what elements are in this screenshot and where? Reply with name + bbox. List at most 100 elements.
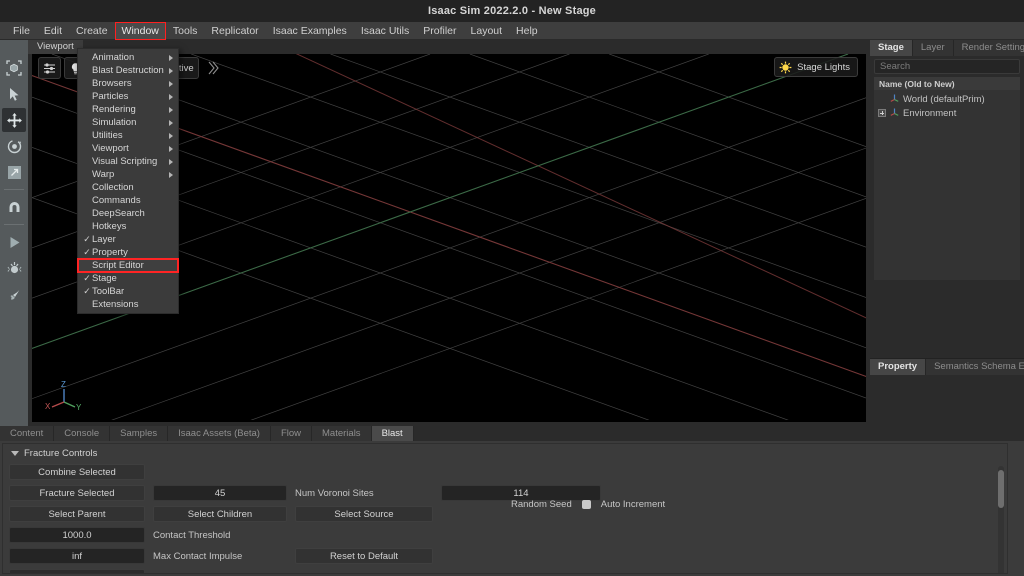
scrollbar-thumb[interactable] — [998, 470, 1004, 508]
random-seed-group: Random Seed Auto Increment — [511, 499, 665, 510]
right-panel: Stage Layer Render Settings Search Name (O… — [870, 40, 1024, 426]
snap-magnet-icon[interactable] — [2, 195, 26, 219]
fracture-cell: Reset to Default — [295, 548, 433, 564]
window-menu-item-label: Animation — [92, 52, 135, 63]
bottom-panel-tabs: Content Console Samples Isaac Assets (Beta)… — [0, 426, 1024, 441]
submenu-arrow-icon — [169, 80, 173, 87]
tab-content[interactable]: Content — [0, 426, 55, 441]
prim-axis-icon — [889, 92, 900, 106]
window-menu-item-label: ToolBar — [92, 286, 125, 297]
window-menu-item-rendering[interactable]: Rendering — [78, 103, 178, 116]
fracture-cell: Interior Material — [153, 572, 287, 574]
tab-flow[interactable]: Flow — [270, 426, 313, 441]
tab-samples[interactable]: Samples — [110, 426, 169, 441]
tab-stage[interactable]: Stage — [870, 40, 913, 56]
window-menu-item-collection[interactable]: Collection — [78, 181, 178, 194]
menu-item-create[interactable]: Create — [69, 22, 115, 40]
menu-item-file[interactable]: File — [6, 22, 37, 40]
window-menu-item-simulation[interactable]: Simulation — [78, 116, 178, 129]
expand-spacer — [878, 95, 886, 103]
fracture-cell: Num Voronoi Sites — [295, 488, 433, 499]
select-arrow-icon[interactable] — [2, 82, 26, 106]
window-menu-item-visual-scripting[interactable]: Visual Scripting — [78, 155, 178, 168]
submenu-arrow-icon — [169, 54, 173, 61]
prim-axis-icon — [889, 106, 900, 120]
tab-isaac-assets-beta[interactable]: Isaac Assets (Beta) — [168, 426, 271, 441]
fracture-row: 1000.0 Contact Threshold — [3, 525, 1007, 545]
fracture-cell: Max Contact Impulse — [153, 551, 287, 562]
axis-gizmo: Z X Y — [45, 380, 82, 412]
menu-item-tools[interactable]: Tools — [166, 22, 205, 40]
tab-blast[interactable]: Blast — [371, 426, 414, 441]
window-title-bar: Isaac Sim 2022.2.0 - New Stage — [0, 0, 1024, 22]
select-parent-button[interactable]: Select Parent — [9, 506, 145, 522]
window-menu-item-label: Stage — [92, 273, 117, 284]
tab-render-settings[interactable]: Render Settings — [953, 40, 1024, 56]
submenu-arrow-icon — [169, 67, 173, 74]
fracture-row: Fracture Selected 45 Num Voronoi Sites 114 — [3, 483, 1007, 503]
window-menu-item-deepsearch[interactable]: DeepSearch — [78, 207, 178, 220]
play-icon[interactable] — [2, 230, 26, 254]
window-menu-item-script-editor[interactable]: Script Editor — [77, 258, 179, 273]
window-menu-item-stage[interactable]: ✓ Stage — [78, 272, 178, 285]
window-menu-item-particles[interactable]: Particles — [78, 90, 178, 103]
window-menu-item-toolbar[interactable]: ✓ ToolBar — [78, 285, 178, 298]
menu-item-help[interactable]: Help — [509, 22, 545, 40]
reset-to-default-button[interactable]: Reset to Default — [295, 548, 433, 564]
select-children-button[interactable]: Select Children — [153, 506, 287, 522]
physics-icon[interactable] — [2, 256, 26, 280]
window-menu-item-animation[interactable]: Animation — [78, 51, 178, 64]
window-menu-item-commands[interactable]: Commands — [78, 194, 178, 207]
svg-text:Y: Y — [76, 403, 82, 412]
tab-viewport[interactable]: Viewport — [28, 40, 83, 54]
interior-material-dropdown[interactable]: None — [9, 569, 145, 574]
fracture-controls-header[interactable]: Fracture Controls — [3, 444, 1007, 462]
window-menu-item-blast-destruction[interactable]: Blast Destruction — [78, 64, 178, 77]
menu-item-layout[interactable]: Layout — [464, 22, 510, 40]
tab-console[interactable]: Console — [54, 426, 111, 441]
window-menu-item-extensions[interactable]: Extensions — [78, 298, 178, 311]
window-menu-item-utilities[interactable]: Utilities — [78, 129, 178, 142]
value-field-inf[interactable]: inf — [9, 548, 145, 564]
stage-light-icon — [779, 61, 792, 73]
bottom-panel-scrollbar[interactable] — [998, 466, 1004, 573]
tab-semantics-schema-editor[interactable]: Semantics Schema Editor — [926, 359, 1024, 375]
scale-tool-icon[interactable] — [2, 160, 26, 184]
fracture-selected-button[interactable]: Fracture Selected — [9, 485, 145, 501]
window-menu-item-browsers[interactable]: Browsers — [78, 77, 178, 90]
menu-item-isaac-utils[interactable]: Isaac Utils — [354, 22, 416, 40]
window-menu-item-hotkeys[interactable]: Hotkeys — [78, 220, 178, 233]
value-field-45[interactable]: 45 — [153, 485, 287, 501]
stage-tree-row[interactable]: World (defaultPrim) — [874, 92, 1020, 106]
menu-item-window[interactable]: Window — [114, 21, 166, 40]
collapse-caret-icon[interactable] — [11, 451, 19, 456]
combine-selected-button[interactable]: Combine Selected — [9, 464, 145, 480]
window-menu-item-property[interactable]: ✓ Property — [78, 246, 178, 259]
menu-bar: File Edit Create Window Tools Replicator Isaac… — [0, 21, 1024, 40]
value-field-1000-0[interactable]: 1000.0 — [9, 527, 145, 543]
move-tool-icon[interactable] — [2, 108, 26, 132]
window-menu-item-layer[interactable]: ✓ Layer — [78, 233, 178, 246]
select-source-button[interactable]: Select Source — [295, 506, 433, 522]
paint-brush-icon[interactable] — [2, 282, 26, 306]
viewport-settings-icon[interactable] — [38, 57, 61, 79]
window-menu-item-warp[interactable]: Warp — [78, 168, 178, 181]
stage-lights-button[interactable]: Stage Lights — [774, 57, 858, 77]
tab-property[interactable]: Property — [870, 359, 927, 375]
menu-item-profiler[interactable]: Profiler — [416, 22, 463, 40]
tab-layer[interactable]: Layer — [912, 40, 954, 56]
menu-item-isaac-examples[interactable]: Isaac Examples — [266, 22, 354, 40]
bounding-box-icon[interactable] — [2, 56, 26, 80]
window-menu-item-label: Property — [92, 247, 128, 258]
rotate-tool-icon[interactable] — [2, 134, 26, 158]
menu-item-edit[interactable]: Edit — [37, 22, 69, 40]
menu-item-replicator[interactable]: Replicator — [204, 22, 265, 40]
expand-icon[interactable] — [878, 109, 886, 117]
window-menu-item-viewport[interactable]: Viewport — [78, 142, 178, 155]
tab-materials[interactable]: Materials — [312, 426, 372, 441]
stage-search-input[interactable]: Search — [874, 59, 1020, 74]
dropdown-value: None — [15, 572, 38, 574]
viewport-expand-icon[interactable] — [202, 57, 224, 79]
stage-tree-row[interactable]: Environment — [874, 106, 1020, 120]
auto-increment-checkbox[interactable] — [581, 500, 591, 509]
